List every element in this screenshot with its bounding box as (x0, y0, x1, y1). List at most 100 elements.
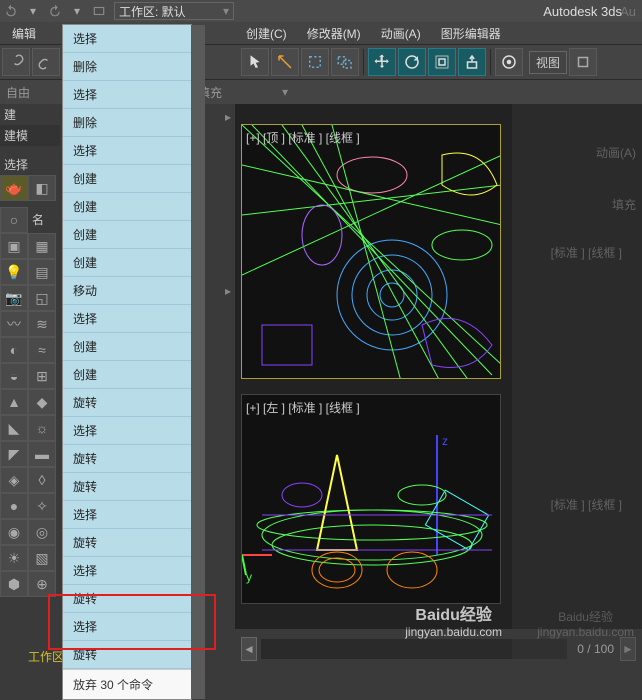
tool-b2[interactable]: ◱ (28, 285, 56, 311)
time-current: 0 / 100 (571, 642, 620, 656)
workspace-selector[interactable]: 工作区: 默认 ▾ (114, 2, 234, 20)
viewport-left-label[interactable]: [+] [左 ] [标准 ] [线框 ] (246, 399, 360, 416)
viewport-collapse[interactable]: ▸ (225, 110, 231, 124)
undo-item[interactable]: 选择 (63, 557, 191, 585)
undo-item[interactable]: 删除 (63, 53, 191, 81)
teapot-icon[interactable]: 🫖 (0, 175, 28, 201)
menu-edit[interactable]: 编辑 (2, 22, 46, 45)
tool-f1[interactable]: ◣ (0, 415, 28, 441)
undo-scrollbar[interactable] (191, 25, 205, 699)
camera-icon[interactable]: 📷 (0, 285, 28, 311)
undo-item[interactable]: 选择 (63, 613, 191, 641)
project-button[interactable] (88, 1, 110, 21)
menu-create[interactable]: 创建(C) (236, 22, 297, 45)
redo-dropdown[interactable]: ▾ (66, 1, 88, 21)
undo-item[interactable]: 创建 (63, 361, 191, 389)
grid-icon[interactable]: ▦ (28, 233, 56, 259)
wave-icon[interactable]: 〰 (0, 311, 28, 337)
tool-f2[interactable]: ☼ (28, 415, 56, 441)
sun-icon[interactable]: ☀ (0, 545, 28, 571)
tool-b1[interactable]: ◧ (28, 175, 56, 201)
viewport-area: ▸ ▸ [+] [顶 ] [标准 ] [线框 ] (235, 104, 642, 629)
undo-item[interactable]: 选择 (63, 417, 191, 445)
tool-e1[interactable]: ▲ (0, 389, 28, 415)
tool-i2[interactable]: ✧ (28, 493, 56, 519)
tool-b3[interactable]: ≋ (28, 311, 56, 337)
tool-l1[interactable]: ⬢ (0, 571, 28, 597)
tool-d1[interactable]: ◒ (0, 363, 28, 389)
scale-tool[interactable] (428, 48, 456, 76)
undo-item[interactable]: 创建 (63, 221, 191, 249)
undo-item[interactable]: 创建 (63, 193, 191, 221)
undo-item[interactable]: 旋转 (63, 585, 191, 613)
window-crossing[interactable] (331, 48, 359, 76)
undo-item[interactable]: 旋转 (63, 529, 191, 557)
menu-modifiers[interactable]: 修改器(M) (297, 22, 371, 45)
tool-d2[interactable]: ⊞ (28, 363, 56, 389)
undo-button[interactable] (0, 1, 22, 21)
undo-item[interactable]: 移动 (63, 277, 191, 305)
time-track[interactable] (261, 639, 567, 659)
rotate-tool[interactable] (398, 48, 426, 76)
tool-g2[interactable]: ▬ (28, 441, 56, 467)
viewport-top-label[interactable]: [+] [顶 ] [标准 ] [线框 ] (246, 129, 360, 146)
menu-graph-editors[interactable]: 图形编辑器 (431, 22, 511, 45)
undo-history-dropdown: 选择删除选择删除选择创建创建创建创建移动选择创建创建旋转选择旋转旋转选择旋转选择… (62, 24, 192, 700)
wireframe-top (242, 125, 500, 378)
modeling-tab[interactable]: 建模 (0, 125, 60, 146)
undo-item[interactable]: 旋转 (63, 445, 191, 473)
undo-item[interactable]: 选择 (63, 25, 191, 53)
title-bar: ▾ ▾ 工作区: 默认 ▾ Autodesk 3ds (0, 0, 642, 22)
create-tab-label[interactable]: 建 (0, 104, 60, 125)
undo-item[interactable]: 创建 (63, 165, 191, 193)
layer-icon[interactable]: ▤ (28, 259, 56, 285)
redo-button[interactable] (44, 1, 66, 21)
iso-icon[interactable]: ▣ (0, 233, 28, 259)
time-next[interactable]: ► (620, 637, 636, 661)
tool-g1[interactable]: ◤ (0, 441, 28, 467)
place-tool[interactable] (458, 48, 486, 76)
link-button[interactable] (2, 48, 30, 76)
undo-item[interactable]: 旋转 (63, 641, 191, 669)
unlink-button[interactable] (32, 48, 60, 76)
tool-j1[interactable]: ◉ (0, 519, 28, 545)
undo-item[interactable]: 旋转 (63, 389, 191, 417)
undo-item[interactable]: 创建 (63, 333, 191, 361)
svg-text:z: z (442, 434, 448, 448)
time-prev[interactable]: ◄ (241, 637, 257, 661)
tool-c1[interactable]: ◐ (0, 337, 28, 363)
undo-item[interactable]: 删除 (63, 109, 191, 137)
tool-h2[interactable]: ◊ (28, 467, 56, 493)
viewport-left[interactable]: [+] [左 ] [标准 ] [线框 ] z y (241, 394, 501, 604)
sphere-icon[interactable]: ○ (0, 207, 28, 233)
ref-coord-label[interactable]: 视图 (529, 51, 567, 74)
undo-item[interactable]: 选择 (63, 305, 191, 333)
select-arrow[interactable] (241, 48, 269, 76)
undo-dropdown[interactable]: ▾ (22, 1, 44, 21)
tool-i1[interactable]: ● (0, 493, 28, 519)
undo-item[interactable]: 选择 (63, 137, 191, 165)
select-region[interactable] (271, 48, 299, 76)
viewport-top[interactable]: [+] [顶 ] [标准 ] [线框 ] (241, 124, 501, 379)
name-label: 名 (28, 207, 48, 233)
sub-freeform[interactable]: 自由 (6, 84, 30, 101)
light-icon[interactable]: 💡 (0, 259, 28, 285)
select-section: 选择 (0, 154, 60, 175)
tool-h1[interactable]: ◈ (0, 467, 28, 493)
undo-item[interactable]: 选择 (63, 81, 191, 109)
tool-c2[interactable]: ≈ (28, 337, 56, 363)
tool-k2[interactable]: ▧ (28, 545, 56, 571)
undo-item[interactable]: 旋转 (63, 473, 191, 501)
undo-status: 放弃 30 个命令 (63, 669, 191, 699)
menu-animation[interactable]: 动画(A) (371, 22, 431, 45)
ref-coord[interactable] (495, 48, 523, 76)
move-tool[interactable] (368, 48, 396, 76)
undo-item[interactable]: 选择 (63, 501, 191, 529)
viewport-collapse-2[interactable]: ▸ (225, 284, 231, 298)
center-pivot[interactable] (569, 48, 597, 76)
rect-select[interactable] (301, 48, 329, 76)
tool-e2[interactable]: ◆ (28, 389, 56, 415)
tool-j2[interactable]: ◎ (28, 519, 56, 545)
undo-item[interactable]: 创建 (63, 249, 191, 277)
tool-l2[interactable]: ⊕ (28, 571, 56, 597)
